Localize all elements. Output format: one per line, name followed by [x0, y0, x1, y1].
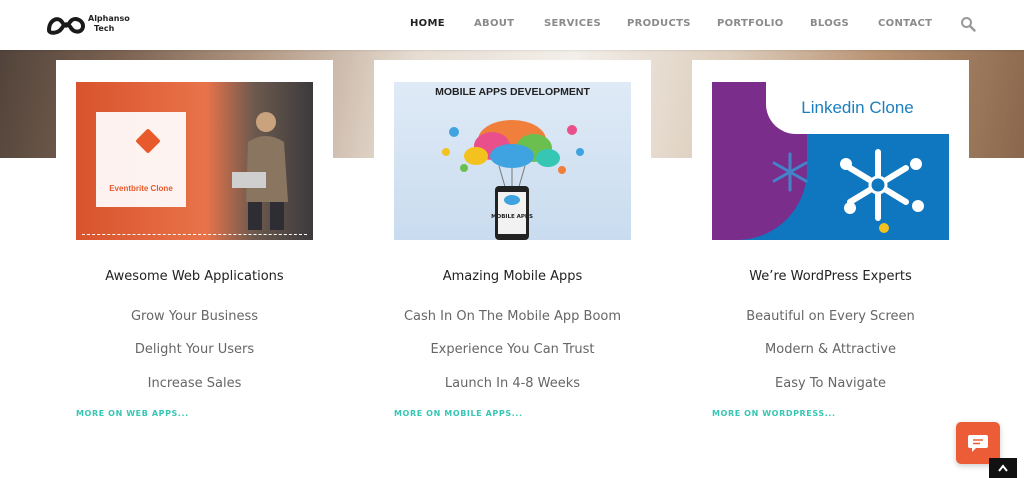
- eventbrite-logo-icon: [135, 128, 161, 154]
- chat-bubble-icon: [968, 435, 988, 452]
- app-cloud-illustration: MOBILE APPS: [442, 120, 584, 240]
- card-image-eventbrite: Eventbrite Clone: [76, 82, 313, 240]
- card-feature: Experience You Can Trust: [430, 342, 595, 357]
- card-feature: Increase Sales: [147, 376, 242, 391]
- search-icon[interactable]: [960, 16, 976, 32]
- more-web-apps-link[interactable]: MORE ON WEB APPS...: [76, 409, 189, 418]
- person-with-laptop-illustration: [232, 112, 288, 230]
- service-card-web: Eventbrite Clone Awesome Web Application…: [56, 60, 333, 478]
- scroll-to-top-button[interactable]: [989, 458, 1017, 478]
- site-header: Alphanso Tech HOME ABOUT SERVICES PRODUC…: [0, 0, 1024, 50]
- chevron-up-icon: [998, 464, 1008, 472]
- more-mobile-apps-link[interactable]: MORE ON MOBILE APPS...: [394, 409, 523, 418]
- nav-item-products[interactable]: PRODUCTS: [627, 18, 691, 29]
- card-title: Awesome Web Applications: [105, 269, 284, 284]
- service-card-mobile: MOBILE APPS DEVELOPMENT MOBILE APPS Amaz…: [374, 60, 651, 478]
- nav-item-home[interactable]: HOME: [410, 18, 445, 29]
- nav-item-about[interactable]: ABOUT: [474, 18, 514, 29]
- card-feature: Easy To Navigate: [775, 376, 886, 391]
- more-wordpress-link[interactable]: MORE ON WORDPRESS...: [712, 409, 836, 418]
- nav-item-portfolio[interactable]: PORTFOLIO: [717, 18, 784, 29]
- card-feature: Modern & Attractive: [765, 342, 896, 357]
- card-feature: Grow Your Business: [130, 309, 259, 324]
- nav-item-blogs[interactable]: BLOGS: [810, 18, 849, 29]
- snowflake-network-illustration: [772, 149, 924, 233]
- service-card-wordpress: Linkedin Clone We’re WordPress Experts B…: [692, 60, 969, 478]
- nav-item-services[interactable]: SERVICES: [544, 18, 601, 29]
- card-feature: Beautiful on Every Screen: [746, 309, 915, 324]
- phone-screen-label: MOBILE APPS: [491, 214, 533, 220]
- card-feature: Delight Your Users: [134, 342, 255, 357]
- card-feature: Cash In On The Mobile App Boom: [403, 309, 622, 324]
- card-title: Amazing Mobile Apps: [442, 269, 583, 284]
- card-title: We’re WordPress Experts: [749, 269, 912, 284]
- main-nav: HOME ABOUT SERVICES PRODUCTS PORTFOLIO B…: [0, 18, 1024, 32]
- card-image-linkedin: Linkedin Clone: [712, 82, 949, 240]
- card-image-caption: Eventbrite Clone: [109, 184, 173, 193]
- nav-item-contact[interactable]: CONTACT: [878, 18, 932, 29]
- card-image-mobile-apps: MOBILE APPS DEVELOPMENT MOBILE APPS: [394, 82, 631, 240]
- card-feature: Launch In 4-8 Weeks: [444, 376, 581, 391]
